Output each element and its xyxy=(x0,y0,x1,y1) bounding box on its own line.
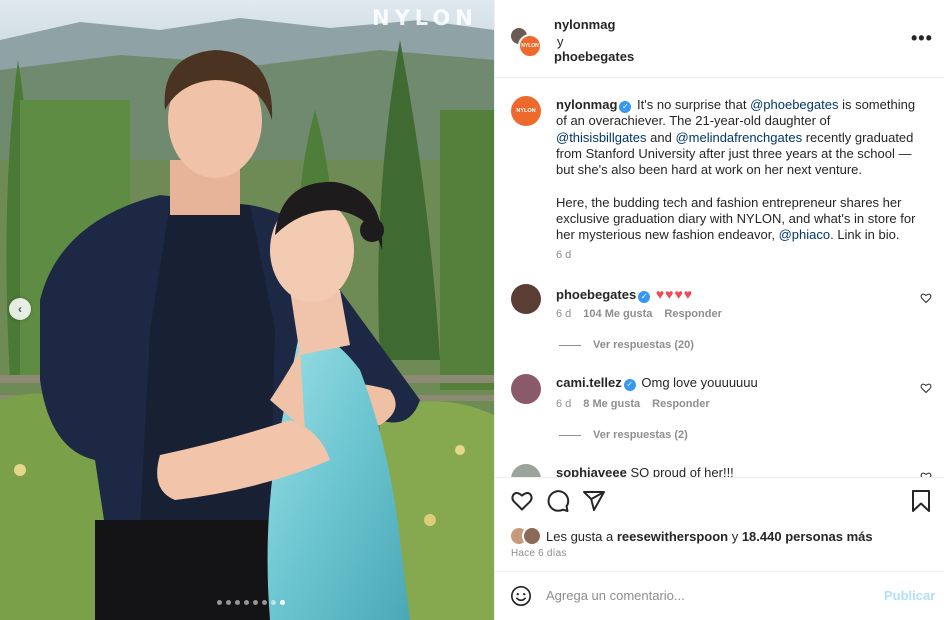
liker-avatars xyxy=(509,526,545,546)
reply-button[interactable]: Responder xyxy=(652,398,709,410)
post-photo[interactable]: NYLON ‹ xyxy=(0,0,494,620)
mention-link[interactable]: @melindafrenchgates xyxy=(675,130,802,145)
author-username-phoebegates[interactable]: phoebegates xyxy=(554,49,634,64)
comment-username[interactable]: cami.tellez xyxy=(556,375,622,390)
carousel-dot xyxy=(271,600,276,605)
replies-divider xyxy=(559,434,581,436)
comment-avatar[interactable] xyxy=(511,464,541,477)
bookmark-icon[interactable] xyxy=(909,489,933,513)
carousel-dots xyxy=(217,600,285,605)
carousel-dot xyxy=(253,600,258,605)
mention-link[interactable]: @phoebegates xyxy=(750,97,838,112)
publish-button[interactable]: Publicar xyxy=(884,588,935,603)
collab-avatars[interactable]: NYLON xyxy=(509,26,543,60)
comment-timestamp[interactable]: 6 d xyxy=(556,308,571,320)
caption-timestamp[interactable]: 6 d xyxy=(556,249,571,261)
comment-text: Omg love youuuuuu xyxy=(641,375,758,390)
post-caption: nylonmag ✓ It's no surprise that @phoebeg… xyxy=(556,97,921,244)
comment-like-heart-icon[interactable] xyxy=(920,292,932,304)
mention-link[interactable]: @thisisbillgates xyxy=(556,130,647,145)
more-horizontal-icon: ••• xyxy=(911,28,933,48)
carousel-dot xyxy=(235,600,240,605)
add-comment-bar: Agrega un comentario... Publicar xyxy=(495,571,944,620)
smile-icon[interactable] xyxy=(510,585,532,607)
caption-text: It's no surprise that xyxy=(637,97,751,112)
likes-prefix: Les gusta a xyxy=(546,529,617,544)
verified-badge-icon: ✓ xyxy=(638,291,651,303)
comment-timestamp[interactable]: 6 d xyxy=(556,398,571,410)
more-options-button[interactable]: ••• xyxy=(911,28,933,49)
comment-meta: 6 d 104 Me gusta Responder xyxy=(556,308,722,320)
comment-avatar[interactable] xyxy=(511,284,541,314)
previous-slide-button[interactable]: ‹ xyxy=(9,298,31,320)
carousel-dot xyxy=(262,600,267,605)
comment-likes[interactable]: 8 Me gusta xyxy=(583,398,640,410)
likes-summary[interactable]: Les gusta a reesewitherspoon y 18.440 pe… xyxy=(546,529,873,544)
comment-input[interactable]: Agrega un comentario... xyxy=(546,588,685,603)
view-replies-button[interactable]: Ver respuestas (20) xyxy=(559,339,694,351)
comment-like-heart-icon[interactable] xyxy=(920,382,932,394)
comment-text: ♥♥♥♥ xyxy=(655,286,694,302)
view-replies-label: Ver respuestas (2) xyxy=(593,429,688,441)
heart-outline-icon[interactable] xyxy=(510,489,534,513)
view-replies-label: Ver respuestas (20) xyxy=(593,339,694,351)
comment-username[interactable]: phoebegates xyxy=(556,287,636,302)
comment-body: cami.tellez ✓ Omg love youuuuuu xyxy=(556,375,758,391)
author-username-nylonmag[interactable]: nylonmag xyxy=(554,17,615,32)
view-replies-button[interactable]: Ver respuestas (2) xyxy=(559,429,688,441)
photo-illustration xyxy=(0,0,494,620)
comment-likes[interactable]: 104 Me gusta xyxy=(583,308,652,320)
post-actions: Les gusta a reesewitherspoon y 18.440 pe… xyxy=(495,477,944,571)
replies-divider xyxy=(559,344,581,346)
post-detail-panel: NYLON nylonmag y phoebegates ••• NYLON n… xyxy=(494,0,944,620)
watermark-logo: NYLON xyxy=(372,6,478,30)
carousel-dot xyxy=(217,600,222,605)
avatar-nylonmag: NYLON xyxy=(518,34,542,58)
comment-body: sophiaveee SO proud of her!!! xyxy=(556,465,734,477)
comment-avatar[interactable] xyxy=(511,374,541,404)
chevron-left-icon: ‹ xyxy=(18,302,22,316)
caption-text: and xyxy=(646,129,676,145)
verified-badge-icon: ✓ xyxy=(623,379,636,391)
post-header: NYLON nylonmag y phoebegates ••• xyxy=(495,0,944,78)
carousel-dot-active xyxy=(280,600,285,605)
reply-button[interactable]: Responder xyxy=(664,308,721,320)
mention-link[interactable]: @phiaco xyxy=(779,227,831,242)
comment-text: SO proud of her!!! xyxy=(630,465,734,477)
comment-body: phoebegates ✓ ♥♥♥♥ xyxy=(556,286,693,303)
verified-badge-icon: ✓ xyxy=(619,101,632,113)
post-timestamp[interactable]: Hace 6 días xyxy=(511,548,567,559)
comment-icon[interactable] xyxy=(546,489,570,513)
likes-count[interactable]: 18.440 personas más xyxy=(742,529,873,544)
carousel-dot xyxy=(226,600,231,605)
liker-username[interactable]: reesewitherspoon xyxy=(617,529,728,544)
avatar xyxy=(522,526,542,546)
carousel-dot xyxy=(244,600,249,605)
comments-list[interactable]: NYLON nylonmag ✓ It's no surprise that @p… xyxy=(495,79,944,477)
comment-username[interactable]: sophiaveee xyxy=(556,465,627,477)
paper-plane-icon[interactable] xyxy=(582,489,606,513)
caption-avatar[interactable]: NYLON xyxy=(511,96,541,126)
caption-username[interactable]: nylonmag xyxy=(556,97,617,112)
comment-meta: 6 d 8 Me gusta Responder xyxy=(556,398,710,410)
caption-text: . Link in bio. xyxy=(830,227,900,243)
likes-joiner: y xyxy=(728,529,742,544)
collab-joiner: y xyxy=(557,34,564,49)
